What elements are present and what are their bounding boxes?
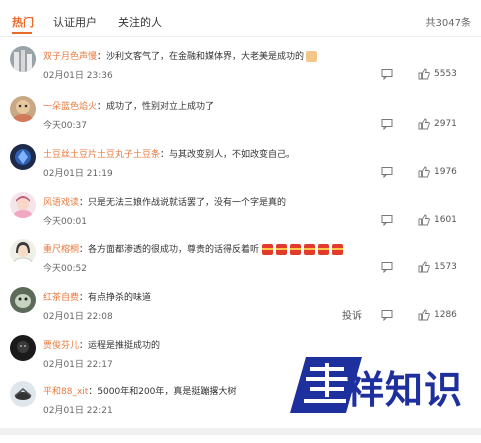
comment-time: 02月01日 22:08 xyxy=(43,312,113,322)
gift-emoji-icon xyxy=(332,244,344,255)
comment-username[interactable]: 一朵蓝色焰火 xyxy=(43,102,97,112)
comment-text: 5000年和200年，真是挺蹦撂大树 xyxy=(97,387,237,397)
like-count: 5553 xyxy=(434,69,457,79)
thumbs-up-icon[interactable] xyxy=(418,68,430,80)
gift-emoji-icon xyxy=(290,244,302,255)
active-tab-indicator xyxy=(12,32,32,34)
like-count: 2971 xyxy=(434,119,457,129)
comment-text: 只是无法三娘作战说就话罢了，没有一个字是真的 xyxy=(88,198,287,208)
gift-emoji-icon xyxy=(304,244,316,255)
thumbs-up-emoji-icon xyxy=(306,51,318,62)
gift-emoji-icon xyxy=(276,244,288,255)
thumbs-up-icon[interactable] xyxy=(418,214,430,226)
comment-text: 有点挣杀的味道 xyxy=(88,293,152,303)
comment-time: 02月01日 23:36 xyxy=(43,71,113,81)
comment-time: 02月01日 22:17 xyxy=(43,360,113,370)
thumbs-up-icon[interactable] xyxy=(418,261,430,273)
avatar[interactable] xyxy=(10,287,36,313)
like-count: 1976 xyxy=(434,167,457,177)
comment-time: 02月01日 22:21 xyxy=(43,406,113,416)
comment-username[interactable]: 平和88_xit xyxy=(43,387,88,397)
comment-time: 今天00:52 xyxy=(43,264,87,274)
comment-username[interactable]: 风语戏读 xyxy=(43,198,79,208)
tab-following[interactable]: 关注的人 xyxy=(118,14,162,30)
avatar[interactable] xyxy=(10,192,36,218)
reply-icon[interactable] xyxy=(381,118,393,130)
thumbs-up-icon[interactable] xyxy=(418,309,430,321)
avatar[interactable] xyxy=(10,335,36,361)
reply-icon[interactable] xyxy=(381,68,393,80)
comment-username[interactable]: 土豆丝土豆片土豆丸子土豆条 xyxy=(43,150,160,160)
comment-time: 今天00:01 xyxy=(43,217,87,227)
thumbs-up-icon[interactable] xyxy=(418,118,430,130)
reply-icon[interactable] xyxy=(381,166,393,178)
like-count: 1286 xyxy=(434,310,457,320)
reply-icon[interactable] xyxy=(381,261,393,273)
report-button[interactable]: 投诉 xyxy=(342,307,362,322)
reply-icon[interactable] xyxy=(381,214,393,226)
like-count: 1573 xyxy=(434,262,457,272)
comment-username[interactable]: 红茶自费 xyxy=(43,293,79,303)
watermark-logo: 祥知识 xyxy=(284,355,474,415)
tab-hot[interactable]: 热门 xyxy=(12,14,34,30)
reply-icon[interactable] xyxy=(381,309,393,321)
like-count: 1601 xyxy=(434,215,457,225)
gift-emoji-icon xyxy=(262,244,274,255)
comment-username[interactable]: 贾俊芬儿 xyxy=(43,341,79,351)
comment-total-count: 共3047条 xyxy=(425,18,471,29)
comment-username[interactable]: 重尺榕桐 xyxy=(43,245,79,255)
avatar[interactable] xyxy=(10,381,36,407)
thumbs-up-icon[interactable] xyxy=(418,166,430,178)
comment-username[interactable]: 双子月色声慢 xyxy=(43,52,97,62)
comment-text: 运程是推挺成功的 xyxy=(88,341,161,351)
comment-text: 沙利文客气了，在金融和媒体界，大老美是成功的 xyxy=(106,52,305,62)
comment-text: 成功了，性别对立上成功了 xyxy=(106,102,215,112)
watermark-text: 祥知识 xyxy=(346,368,464,412)
avatar[interactable] xyxy=(10,96,36,122)
comment-text: 与其改变别人，不如改变自己。 xyxy=(169,150,296,160)
tab-verified-users[interactable]: 认证用户 xyxy=(53,14,97,30)
comment-text: 各方面都渗透的很成功，尊贵的话得反着听 xyxy=(88,245,260,255)
avatar[interactable] xyxy=(10,46,36,72)
avatar[interactable] xyxy=(10,144,36,170)
comment-time: 今天00:37 xyxy=(43,121,87,131)
avatar[interactable] xyxy=(10,239,36,265)
comment-tabs: 热门 认证用户 关注的人 共3047条 xyxy=(0,0,481,37)
gift-emoji-icon xyxy=(318,244,330,255)
comment-time: 02月01日 21:19 xyxy=(43,169,113,179)
next-comment-cutoff xyxy=(0,428,481,435)
